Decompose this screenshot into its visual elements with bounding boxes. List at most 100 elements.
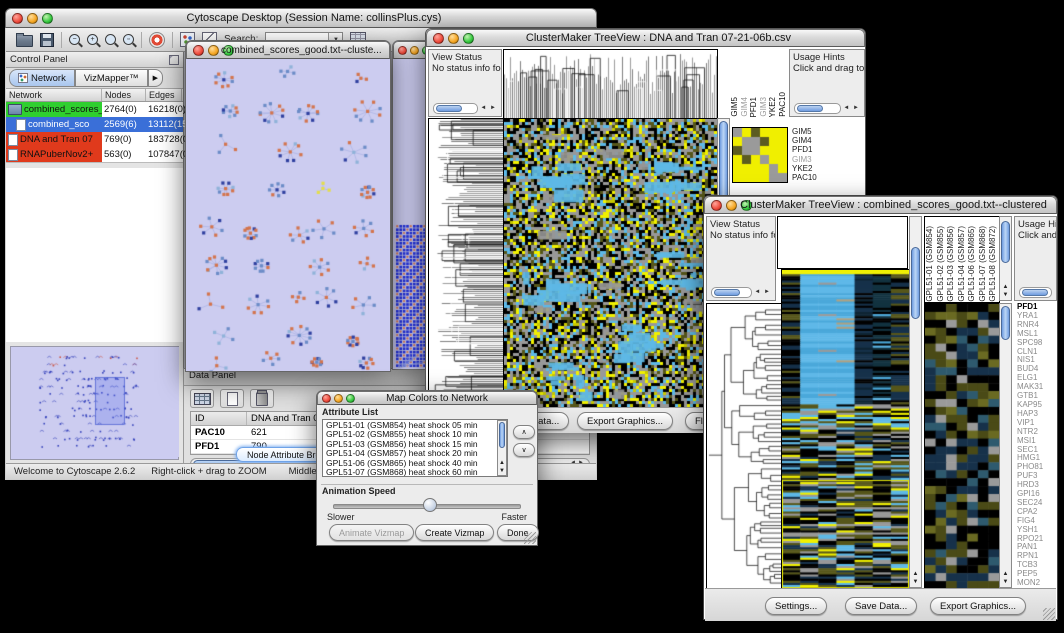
tab-vizmapper[interactable]: VizMapper™ bbox=[75, 69, 148, 87]
animate-vizmap-button[interactable]: Animate Vizmap bbox=[329, 524, 414, 541]
network-row[interactable]: combined_scores_2764(0)16218(0) bbox=[6, 102, 183, 117]
gene-label: MON2 bbox=[1014, 579, 1057, 588]
close-button[interactable] bbox=[193, 45, 204, 56]
zoom-selected-icon: ▫ bbox=[127, 35, 129, 44]
zoom-selected-button[interactable]: ▫ bbox=[123, 34, 134, 45]
close-button[interactable] bbox=[322, 394, 331, 403]
scroll-down-arrow[interactable]: ▼ bbox=[1000, 292, 1011, 299]
treeview2-heatmap[interactable] bbox=[781, 269, 910, 590]
cytoscape-titlebar[interactable]: Cytoscape Desktop (Session Name: collins… bbox=[5, 8, 597, 28]
network-row[interactable]: combined_sco2569(6)13112(15) bbox=[6, 117, 183, 132]
attribute-item[interactable]: GPL51-07 (GSM868) heat shock 60 min bbox=[323, 468, 507, 477]
column-label: YKE2 bbox=[768, 97, 778, 117]
attribute-list-scrollbar[interactable]: ▲ ▼ bbox=[497, 420, 507, 476]
scroll-up-arrow[interactable]: ▲ bbox=[910, 571, 921, 578]
treeview2-titlebar[interactable]: ClusterMaker TreeView : combined_scores_… bbox=[704, 196, 1057, 214]
create-vizmap-button[interactable]: Create Vizmap bbox=[415, 524, 494, 541]
treeview1-column-dendrogram[interactable] bbox=[503, 49, 718, 119]
move-up-button[interactable]: ∧ bbox=[513, 425, 535, 439]
vscroll-thumb[interactable] bbox=[1001, 306, 1010, 340]
treeview1-titlebar[interactable]: ClusterMaker TreeView : DNA and Tran 07-… bbox=[426, 29, 865, 47]
vscroll-thumb[interactable] bbox=[911, 247, 920, 319]
scroll-thumb[interactable] bbox=[714, 289, 740, 296]
select-attributes-button[interactable] bbox=[190, 389, 214, 408]
view-status-info: No status info for bbox=[432, 63, 498, 74]
zoom-out-button[interactable]: − bbox=[69, 34, 80, 45]
scroll-thumb[interactable] bbox=[1022, 289, 1048, 296]
status-scrollbar[interactable]: ◄ ► bbox=[433, 103, 497, 113]
network-row[interactable]: RNAPuberNov2+563(0)107847(0) bbox=[6, 147, 183, 162]
zoom-out-icon: − bbox=[72, 35, 76, 44]
minimize-button[interactable] bbox=[410, 46, 419, 55]
zoom-fit-button[interactable] bbox=[105, 34, 116, 45]
export-graphics-button[interactable]: Export Graphics... bbox=[930, 597, 1026, 615]
minimize-button[interactable] bbox=[334, 394, 343, 403]
treeview2-gene-list: PFD1YRA1RNR4MSL1SPC98CLN1NIS1BUD4ELG1MAK… bbox=[1014, 303, 1057, 588]
network-row[interactable]: DNA and Tran 07769(0)183728(0) bbox=[6, 132, 183, 147]
network-overview-panel[interactable] bbox=[10, 346, 179, 460]
minimize-button[interactable] bbox=[208, 45, 219, 56]
attribute-list[interactable]: GPL51-01 (GSM854) heat shock 05 minGPL51… bbox=[322, 419, 508, 477]
resize-grip[interactable] bbox=[524, 532, 536, 544]
minimize-button[interactable] bbox=[726, 200, 737, 211]
treeview2-row-dendrogram[interactable] bbox=[706, 303, 782, 590]
export-graphics-button[interactable]: Export Graphics... bbox=[577, 412, 673, 430]
scroll-arrows[interactable]: ◄ ► bbox=[480, 103, 497, 114]
treeview2-column-dendrogram[interactable] bbox=[777, 216, 908, 269]
treeview1-usage-hints: Usage Hints Click and drag to ◄ ► bbox=[789, 49, 865, 117]
vscroll-thumb[interactable] bbox=[499, 422, 505, 448]
scroll-up-arrow[interactable]: ▲ bbox=[498, 460, 506, 467]
treeview2-zoom-matrix[interactable] bbox=[924, 303, 1000, 590]
treeview1-row-dendrogram[interactable] bbox=[428, 118, 504, 408]
tab-overflow-arrow[interactable]: ▶ bbox=[148, 69, 163, 87]
delete-attribute-button[interactable] bbox=[250, 389, 274, 408]
save-session-button[interactable] bbox=[40, 33, 54, 47]
new-attribute-button[interactable] bbox=[220, 389, 244, 408]
column-label: GPL51-04 (GSM857) bbox=[957, 226, 968, 302]
scroll-up-arrow[interactable]: ▲ bbox=[1000, 571, 1011, 578]
close-button[interactable] bbox=[12, 13, 23, 24]
network1-view-canvas[interactable] bbox=[186, 59, 390, 371]
help-button[interactable] bbox=[149, 32, 165, 48]
treeview1-heatmap[interactable] bbox=[503, 118, 718, 408]
scroll-down-arrow[interactable]: ▼ bbox=[498, 468, 506, 475]
scroll-arrows[interactable]: ◄ ► bbox=[843, 103, 860, 114]
scroll-down-arrow[interactable]: ▼ bbox=[1000, 579, 1011, 586]
row-id: PAC10 bbox=[191, 426, 247, 439]
treeview2-vscrollbar[interactable]: ▲ ▼ bbox=[909, 216, 922, 588]
scroll-thumb[interactable] bbox=[797, 105, 823, 112]
treeview2-label-scrollbar[interactable]: ▲ ▼ bbox=[999, 216, 1012, 301]
scroll-thumb[interactable] bbox=[436, 105, 462, 112]
save-data-button[interactable]: Save Data... bbox=[845, 597, 917, 615]
slider-thumb[interactable] bbox=[423, 498, 437, 512]
minimize-button[interactable] bbox=[27, 13, 38, 24]
resize-grip[interactable] bbox=[1043, 608, 1055, 620]
treeview2-zoom-scrollbar[interactable]: ▲ ▼ bbox=[999, 303, 1012, 588]
treeview1-zoom-matrix[interactable] bbox=[732, 127, 788, 183]
status-scrollbar[interactable]: ◄ ► bbox=[711, 287, 771, 297]
float-panel-icon[interactable] bbox=[169, 55, 179, 65]
network1-titlebar[interactable]: combined_scores_good.txt--cluste... bbox=[186, 41, 390, 59]
view-status-title: View Status bbox=[432, 52, 498, 63]
dialog-titlebar[interactable]: Map Colors to Network bbox=[317, 391, 537, 405]
vscroll-thumb[interactable] bbox=[1001, 221, 1010, 263]
scroll-up-arrow[interactable]: ▲ bbox=[1000, 284, 1011, 291]
settings-button[interactable]: Settings... bbox=[765, 597, 827, 615]
hints-scrollbar[interactable]: ◄ ► bbox=[794, 103, 860, 113]
close-button[interactable] bbox=[711, 200, 722, 211]
close-button[interactable] bbox=[433, 33, 444, 44]
network-tab-icon bbox=[18, 73, 28, 83]
zoom-in-button[interactable]: + bbox=[87, 34, 98, 45]
close-button[interactable] bbox=[398, 46, 407, 55]
scroll-down-arrow[interactable]: ▼ bbox=[910, 579, 921, 586]
minimize-button[interactable] bbox=[448, 33, 459, 44]
move-down-button[interactable]: ∨ bbox=[513, 443, 535, 457]
column-label: PAC10 bbox=[778, 92, 788, 117]
tab-network[interactable]: Network bbox=[9, 69, 75, 87]
open-file-button[interactable] bbox=[16, 32, 33, 47]
scroll-arrows[interactable]: ◄ ► bbox=[754, 287, 771, 298]
usage-hints-title: Usage Hints bbox=[1018, 219, 1053, 230]
network-overview-canvas[interactable] bbox=[11, 347, 179, 457]
column-label: GIM3 bbox=[759, 97, 769, 117]
hints-scrollbar[interactable] bbox=[1019, 287, 1052, 297]
